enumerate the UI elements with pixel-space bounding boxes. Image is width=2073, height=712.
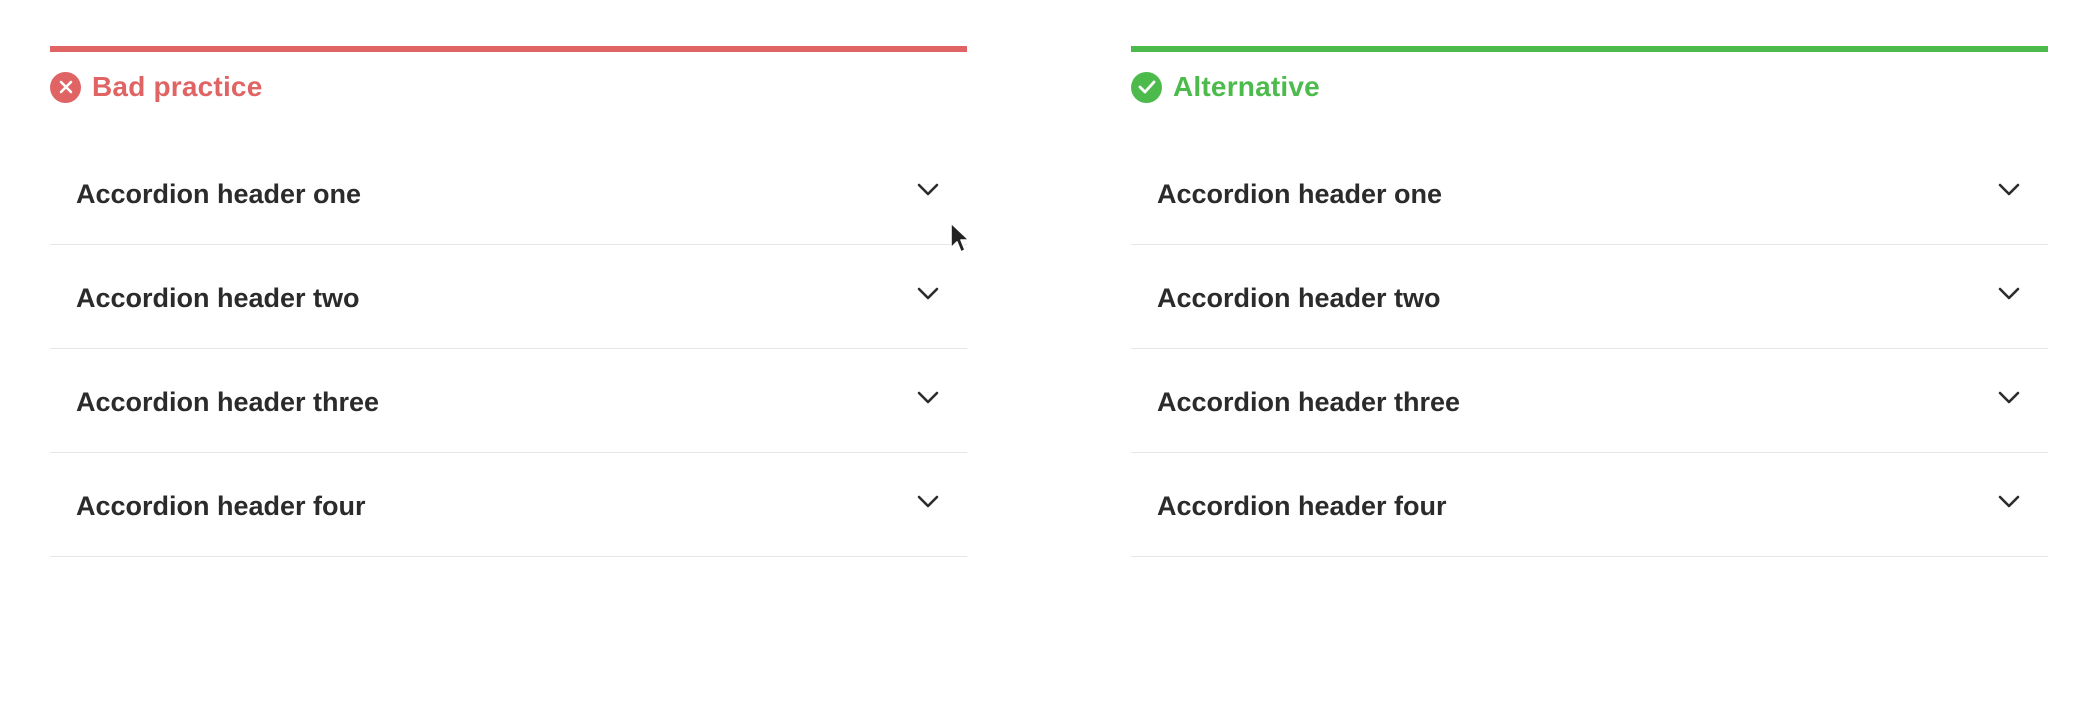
alternative-panel: Alternative Accordion header one Accordi…: [1131, 46, 2048, 557]
accordion-item-two[interactable]: Accordion header two: [1131, 245, 2048, 349]
bad-practice-accordion: Accordion header one Accordion header tw…: [50, 141, 967, 557]
chevron-down-icon: [915, 281, 941, 307]
chevron-down-icon: [1996, 177, 2022, 203]
mouse-pointer-icon: [949, 222, 971, 256]
alternative-accordion: Accordion header one Accordion header tw…: [1131, 141, 2048, 557]
chevron-down-icon: [915, 385, 941, 411]
accordion-item-three[interactable]: Accordion header three: [50, 349, 967, 453]
chevron-down-icon: [915, 489, 941, 515]
error-x-circle-icon: [50, 71, 81, 103]
alternative-title: Alternative: [1173, 71, 1320, 102]
accordion-header-label: Accordion header four: [1157, 491, 1447, 521]
accordion-header-label: Accordion header four: [76, 491, 366, 521]
accordion-item-four[interactable]: Accordion header four: [1131, 453, 2048, 557]
chevron-down-icon: [1996, 385, 2022, 411]
accordion-header-label: Accordion header one: [76, 179, 362, 209]
accordion-item-two[interactable]: Accordion header two: [50, 245, 967, 349]
alternative-header: Alternative: [1131, 70, 2048, 104]
accordion-item-three[interactable]: Accordion header three: [1131, 349, 2048, 453]
accordion-header-label: Accordion header two: [1157, 283, 1441, 313]
accordion-item-one[interactable]: Accordion header one: [50, 141, 967, 245]
accordion-item-one[interactable]: Accordion header one: [1131, 141, 2048, 245]
check-circle-icon: [1131, 71, 1162, 103]
accordion-header-label: Accordion header three: [1157, 387, 1461, 417]
chevron-down-icon: [1996, 489, 2022, 515]
accordion-header-label: Accordion header three: [76, 387, 380, 417]
alternative-rule: [1131, 46, 2048, 52]
accordion-header-label: Accordion header two: [76, 283, 360, 313]
chevron-down-icon: [915, 177, 941, 203]
bad-practice-rule: [50, 46, 967, 52]
accordion-item-four[interactable]: Accordion header four: [50, 453, 967, 557]
accordion-header-label: Accordion header one: [1157, 179, 1443, 209]
bad-practice-title: Bad practice: [92, 71, 263, 102]
bad-practice-header: Bad practice: [50, 70, 967, 104]
bad-practice-panel: Bad practice Accordion header one Accord…: [50, 46, 967, 557]
chevron-down-icon: [1996, 281, 2022, 307]
